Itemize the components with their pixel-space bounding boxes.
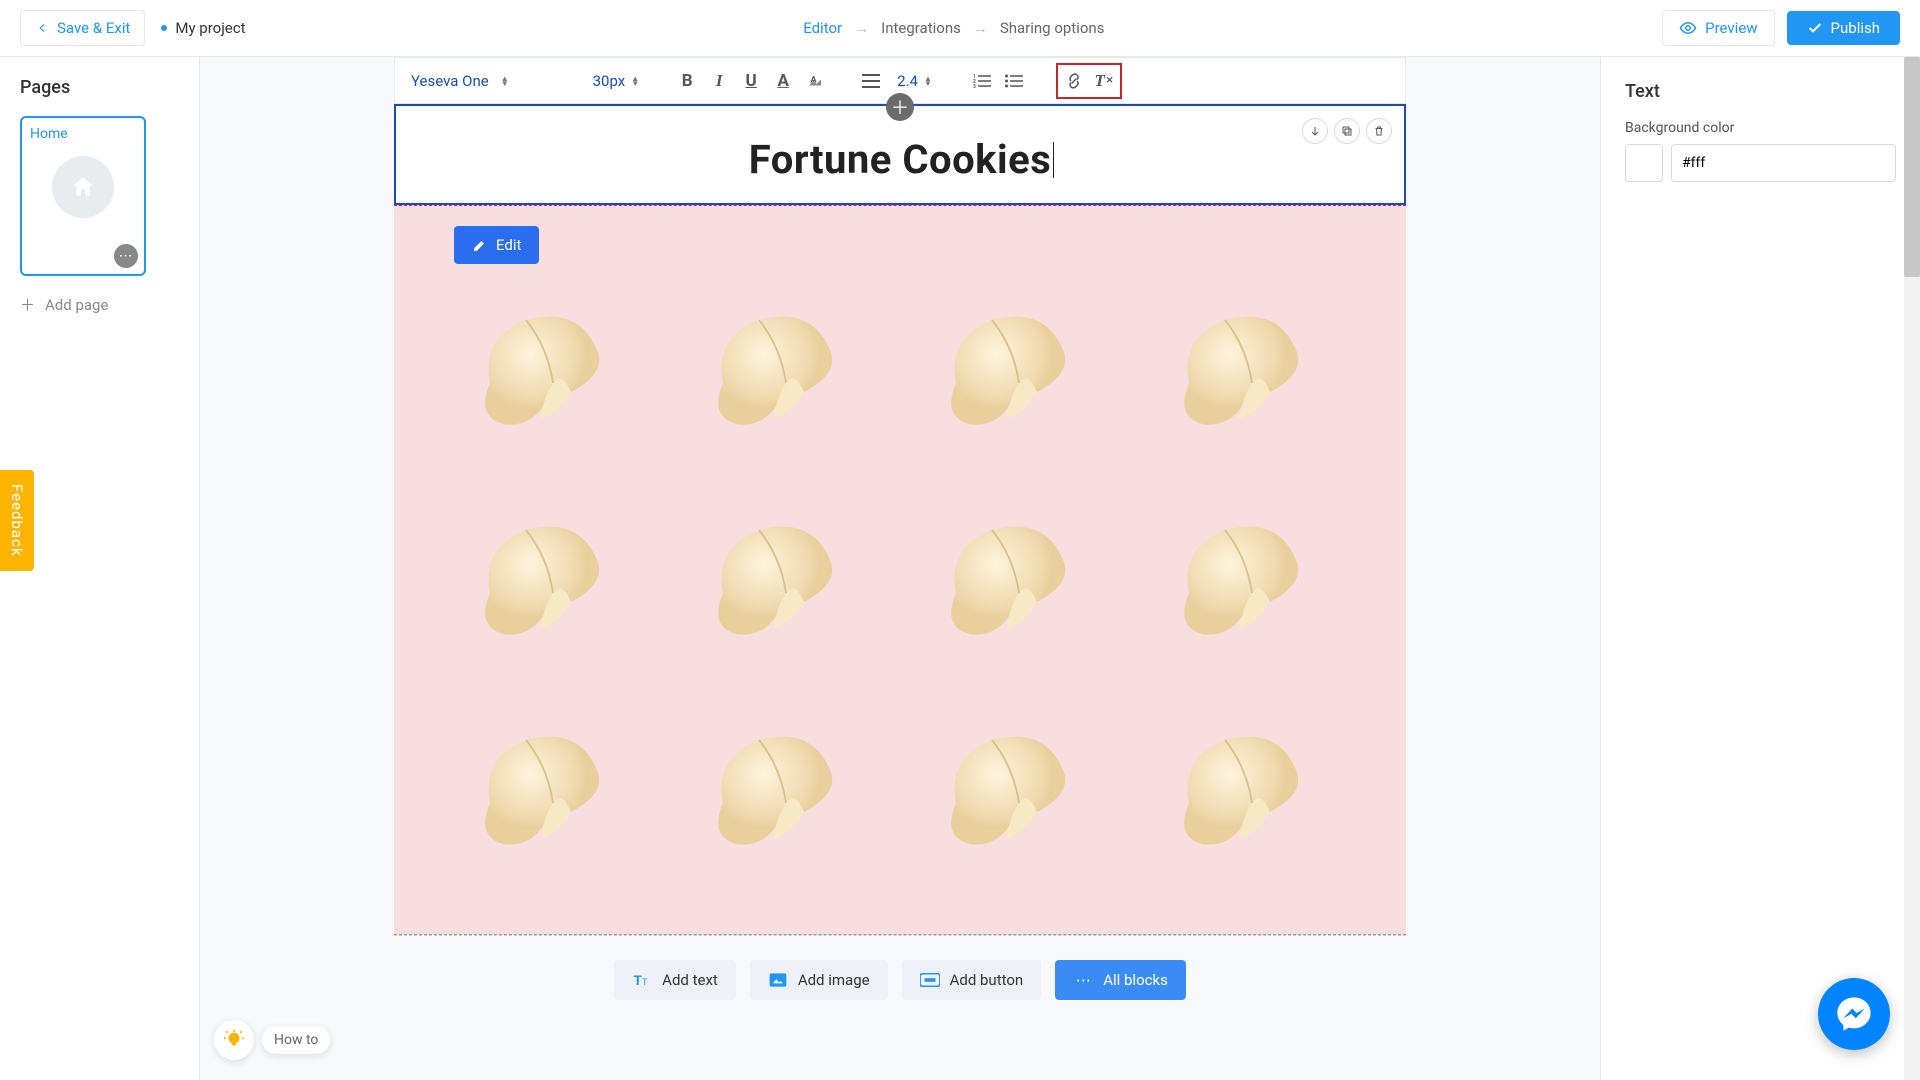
cookie-image [687, 284, 867, 464]
publish-button[interactable]: Publish [1787, 11, 1900, 45]
add-text-button[interactable]: TT Add text [614, 960, 736, 1000]
feedback-tab[interactable]: Feedback [0, 470, 34, 571]
save-exit-label: Save & Exit [57, 19, 130, 37]
cookie-image [1153, 494, 1333, 674]
cookie-image [454, 704, 634, 884]
bg-color-label: Background color [1625, 120, 1896, 136]
svg-text:T: T [634, 974, 642, 989]
preview-button[interactable]: Preview [1662, 10, 1774, 46]
clear-format-button[interactable]: T✕ [1090, 67, 1118, 95]
cookie-image [1153, 704, 1333, 884]
chevron-right-icon: → [854, 19, 869, 37]
breadcrumb: Editor → Integrations → Sharing options [803, 19, 1104, 37]
cookie-image [920, 284, 1100, 464]
pencil-icon [472, 237, 488, 253]
align-button[interactable] [857, 67, 885, 95]
block-insert-bar: TT Add text Add image Add button ⋯ All b… [394, 935, 1406, 1024]
svg-text:3: 3 [973, 84, 976, 88]
dots-icon: ⋯ [1073, 970, 1093, 990]
page-title[interactable]: Fortune Cookies [749, 136, 1052, 183]
page-more-button[interactable]: ⋯ [114, 244, 138, 268]
cookie-image [1153, 284, 1333, 464]
app-header: Save & Exit My project Editor → Integrat… [0, 0, 1920, 57]
pages-panel-title: Pages [20, 77, 179, 98]
save-exit-button[interactable]: Save & Exit [20, 10, 145, 46]
breadcrumb-editor[interactable]: Editor [803, 19, 842, 37]
ordered-list-button[interactable]: 123 [968, 67, 996, 95]
duplicate-button[interactable] [1334, 118, 1360, 144]
edit-block-button[interactable]: Edit [454, 226, 539, 264]
scrollbar-thumb[interactable] [1904, 57, 1920, 277]
link-clear-group: T✕ [1056, 63, 1122, 99]
all-blocks-button[interactable]: ⋯ All blocks [1055, 960, 1186, 1000]
cookie-image [454, 494, 634, 674]
select-arrows-icon: ▲▼ [924, 76, 932, 86]
howto-widget: How to [214, 1020, 330, 1060]
properties-title: Text [1625, 81, 1896, 102]
svg-text:T: T [642, 978, 648, 988]
cookie-image [920, 704, 1100, 884]
move-down-button[interactable] [1302, 118, 1328, 144]
bold-button[interactable]: B [673, 67, 701, 95]
cookie-image [687, 704, 867, 884]
home-icon [52, 156, 114, 218]
select-arrows-icon: ▲▼ [501, 76, 509, 86]
add-image-button[interactable]: Add image [750, 960, 888, 1000]
messenger-icon [1834, 994, 1874, 1034]
font-size-select[interactable]: 30px ▲▼ [585, 72, 648, 90]
breadcrumb-integrations[interactable]: Integrations [881, 19, 961, 37]
bg-color-input[interactable] [1671, 144, 1896, 182]
plus-icon: ＋ [20, 294, 35, 315]
scrollbar[interactable] [1904, 57, 1920, 1080]
select-arrows-icon: ▲▼ [631, 76, 639, 86]
text-cursor [1053, 142, 1054, 178]
howto-label[interactable]: How to [262, 1026, 330, 1054]
breadcrumb-sharing[interactable]: Sharing options [1000, 19, 1105, 37]
bg-color-swatch[interactable] [1625, 144, 1663, 182]
eye-icon [1679, 19, 1697, 37]
text-color-button[interactable]: A [769, 67, 797, 95]
text-icon: TT [632, 970, 652, 990]
cookie-image [920, 494, 1100, 674]
image-grid-block[interactable]: Edit [394, 205, 1406, 935]
check-icon [1807, 20, 1823, 36]
chevron-left-icon [35, 21, 49, 35]
canvas[interactable]: Yeseva One ▲▼ 30px ▲▼ B I U A A 2.4 ▲▼ 1… [200, 57, 1600, 1080]
svg-text:A: A [811, 75, 818, 85]
cookie-grid [454, 284, 1346, 884]
cookie-image [687, 494, 867, 674]
delete-button[interactable] [1366, 118, 1392, 144]
properties-panel: Text Background color [1600, 57, 1920, 1080]
project-name[interactable]: My project [161, 19, 245, 37]
messenger-button[interactable] [1818, 978, 1890, 1050]
underline-button[interactable]: U [737, 67, 765, 95]
line-height-select[interactable]: 2.4 ▲▼ [889, 72, 940, 90]
image-icon [768, 970, 788, 990]
unordered-list-button[interactable] [1000, 67, 1028, 95]
unsaved-dot-icon [161, 25, 167, 31]
link-button[interactable] [1060, 67, 1088, 95]
howto-button[interactable] [214, 1020, 254, 1060]
italic-button[interactable]: I [705, 67, 733, 95]
button-icon [920, 970, 940, 990]
page-thumbnail-home[interactable]: Home ⋯ [20, 116, 146, 276]
add-block-button[interactable]: ＋ [886, 93, 914, 121]
lightbulb-icon [223, 1029, 245, 1051]
add-page-button[interactable]: ＋ Add page [20, 294, 179, 315]
chevron-right-icon: → [973, 19, 988, 37]
cookie-image [454, 284, 634, 464]
font-family-select[interactable]: Yeseva One ▲▼ [403, 72, 517, 90]
highlight-button[interactable]: A [801, 67, 829, 95]
add-button-button[interactable]: Add button [902, 960, 1042, 1000]
